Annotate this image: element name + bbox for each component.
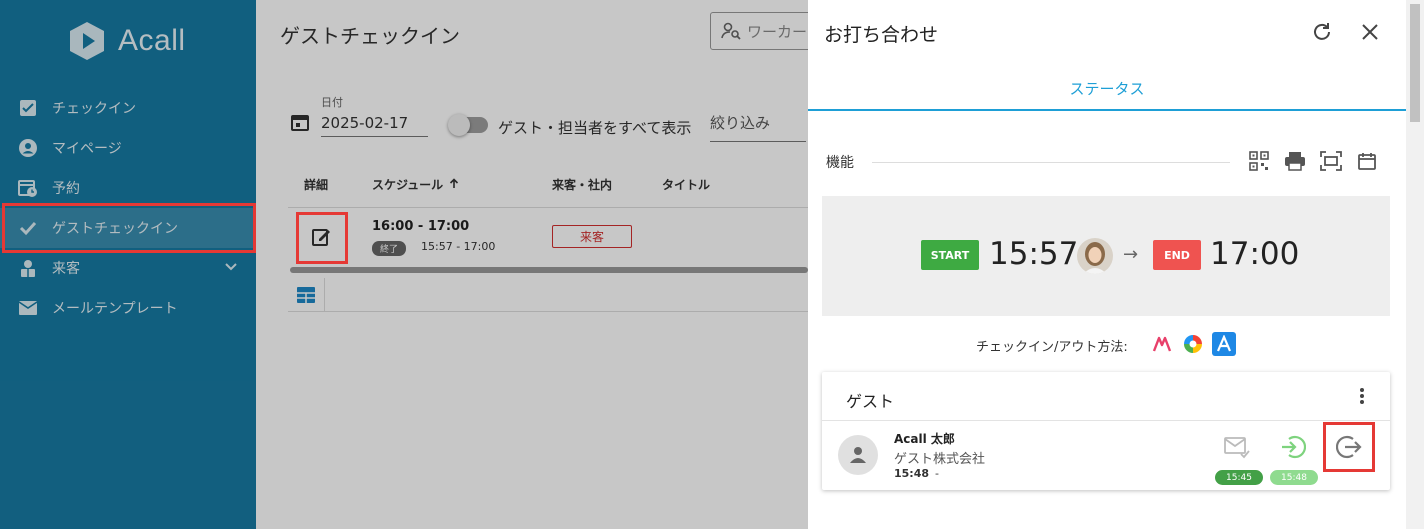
person-search-icon bbox=[721, 22, 741, 40]
footer-line bbox=[288, 311, 808, 312]
acall-app-icon bbox=[1212, 332, 1236, 356]
refresh-button[interactable] bbox=[1310, 20, 1334, 48]
column-header-label: スケジュール bbox=[372, 178, 444, 192]
mail-time-pill: 15:45 bbox=[1215, 470, 1263, 485]
sidebar-item-checkin[interactable]: チェックイン bbox=[0, 88, 256, 128]
checkbox-icon bbox=[18, 98, 38, 118]
checkin-time-pill: 15:48 bbox=[1270, 470, 1318, 485]
mail-check-icon bbox=[1224, 437, 1250, 459]
date-label: 日付 bbox=[321, 96, 343, 109]
main-content: ゲストチェックイン ワーカー 日付 2025-02-17 ゲスト・担当者をすべて… bbox=[256, 0, 830, 529]
function-divider bbox=[872, 162, 1230, 163]
table-horizontal-scrollbar[interactable] bbox=[290, 267, 808, 273]
tab-label: ステータス bbox=[1069, 80, 1145, 98]
guest-time-value: 15:48 bbox=[894, 467, 930, 480]
date-field[interactable]: 日付 2025-02-17 bbox=[290, 94, 428, 137]
start-time: 15:57 bbox=[989, 236, 1079, 272]
login-icon bbox=[1282, 435, 1306, 459]
print-icon[interactable] bbox=[1284, 150, 1306, 172]
close-button[interactable] bbox=[1358, 20, 1382, 48]
header-divider bbox=[288, 207, 808, 208]
guest-time-suffix: - bbox=[935, 467, 939, 480]
panel-vertical-scrollbar[interactable] bbox=[1406, 0, 1424, 529]
arrow-up-icon bbox=[450, 178, 459, 188]
mail-icon bbox=[18, 298, 38, 318]
guest-divider bbox=[822, 420, 1390, 421]
sidebar-item-label: 来客 bbox=[52, 261, 80, 277]
actual-time: 15:57 - 17:00 bbox=[421, 240, 496, 253]
person-icon bbox=[850, 447, 866, 463]
highlight-box-checkout bbox=[1323, 422, 1375, 472]
status-card: START 15:57 → END 17:00 bbox=[822, 196, 1390, 316]
page-title: ゲストチェックイン bbox=[280, 24, 460, 48]
account-icon bbox=[18, 138, 38, 158]
function-icons bbox=[1248, 150, 1378, 172]
arrow-right-icon: → bbox=[1123, 244, 1139, 265]
tab-status[interactable]: ステータス bbox=[808, 72, 1406, 110]
guest-card: ゲスト Acall 太郎 ゲスト株式会社 15:48- 15:45 15:48 bbox=[822, 372, 1390, 490]
calendar-icon bbox=[291, 115, 309, 131]
column-header-visit: 来客・社内 bbox=[552, 178, 613, 192]
column-header-detail: 詳細 bbox=[304, 178, 329, 192]
sidebar-item-reservation[interactable]: 予約 bbox=[0, 168, 256, 208]
column-header-title: タイトル bbox=[662, 178, 711, 192]
end-badge: END bbox=[1153, 240, 1201, 270]
mail-sent-button[interactable] bbox=[1222, 432, 1252, 462]
logo-text: Acall bbox=[118, 24, 186, 57]
guest-name: Acall 太郎 bbox=[894, 432, 955, 446]
highlight-box-edit bbox=[296, 212, 348, 264]
calendar-icon[interactable] bbox=[1356, 150, 1378, 172]
guest-time: 15:48- bbox=[894, 467, 939, 480]
acall-logo[interactable]: Acall bbox=[66, 20, 186, 62]
more-vert-icon bbox=[1360, 388, 1364, 404]
end-time: 17:00 bbox=[1210, 236, 1300, 272]
highlight-box-guest-checkin bbox=[2, 203, 256, 253]
refresh-icon bbox=[1314, 23, 1330, 40]
scrollbar-thumb[interactable] bbox=[1410, 4, 1420, 122]
schedule-time: 16:00 - 17:00 bbox=[372, 219, 470, 234]
guest-section-title: ゲスト bbox=[846, 392, 895, 411]
acall-m-icon bbox=[1150, 332, 1174, 356]
screen-capture-icon[interactable] bbox=[1320, 150, 1342, 172]
search-placeholder: ワーカー bbox=[747, 22, 808, 41]
host-avatar bbox=[1077, 238, 1113, 274]
status-badge: 終了 bbox=[372, 241, 407, 256]
close-icon bbox=[1362, 24, 1378, 40]
guest-company: ゲスト株式会社 bbox=[894, 452, 986, 467]
footer-divider bbox=[324, 278, 325, 312]
table-icon[interactable] bbox=[296, 286, 316, 308]
sidebar-item-mypage[interactable]: マイページ bbox=[0, 128, 256, 168]
sidebar-item-mail-template[interactable]: メールテンプレート bbox=[0, 288, 256, 328]
column-header-schedule[interactable]: スケジュール bbox=[372, 176, 459, 193]
tab-indicator bbox=[808, 109, 1406, 111]
meeting-detail-panel: お打ち合わせ ステータス 機能 START 15:57 → END 17:00 bbox=[808, 0, 1406, 529]
acall-logo-icon bbox=[70, 22, 104, 60]
function-label: 機能 bbox=[826, 155, 854, 171]
show-all-toggle[interactable] bbox=[448, 114, 488, 136]
color-wheel-icon bbox=[1181, 332, 1205, 356]
sidebar: Acall チェックイン マイページ 予約 ゲストチェックイン 来客 メールテン… bbox=[0, 0, 256, 529]
sidebar-item-label: マイページ bbox=[52, 141, 122, 157]
panel-title: お打ち合わせ bbox=[824, 24, 939, 46]
chevron-down-icon[interactable] bbox=[224, 260, 238, 274]
checkin-method-label: チェックイン/アウト方法: bbox=[976, 340, 1128, 355]
guest-avatar bbox=[838, 435, 878, 475]
checkin-button[interactable] bbox=[1278, 432, 1308, 462]
sidebar-item-label: チェックイン bbox=[52, 101, 136, 117]
visit-badge: 来客 bbox=[552, 225, 632, 248]
start-badge: START bbox=[921, 240, 979, 270]
visitor-icon bbox=[18, 258, 38, 278]
qr-code-icon[interactable] bbox=[1248, 150, 1270, 172]
date-value[interactable]: 2025-02-17 bbox=[321, 114, 428, 137]
sidebar-item-visitor[interactable]: 来客 bbox=[0, 248, 256, 288]
sidebar-item-label: 予約 bbox=[52, 181, 80, 197]
filter-input[interactable]: 絞り込み bbox=[710, 112, 806, 142]
show-all-toggle-label: ゲスト・担当者をすべて表示 bbox=[498, 119, 692, 137]
sidebar-item-label: メールテンプレート bbox=[52, 301, 178, 317]
more-vert-button[interactable] bbox=[1358, 386, 1366, 410]
calendar-clock-icon bbox=[18, 178, 38, 198]
modal-backdrop bbox=[256, 0, 808, 529]
